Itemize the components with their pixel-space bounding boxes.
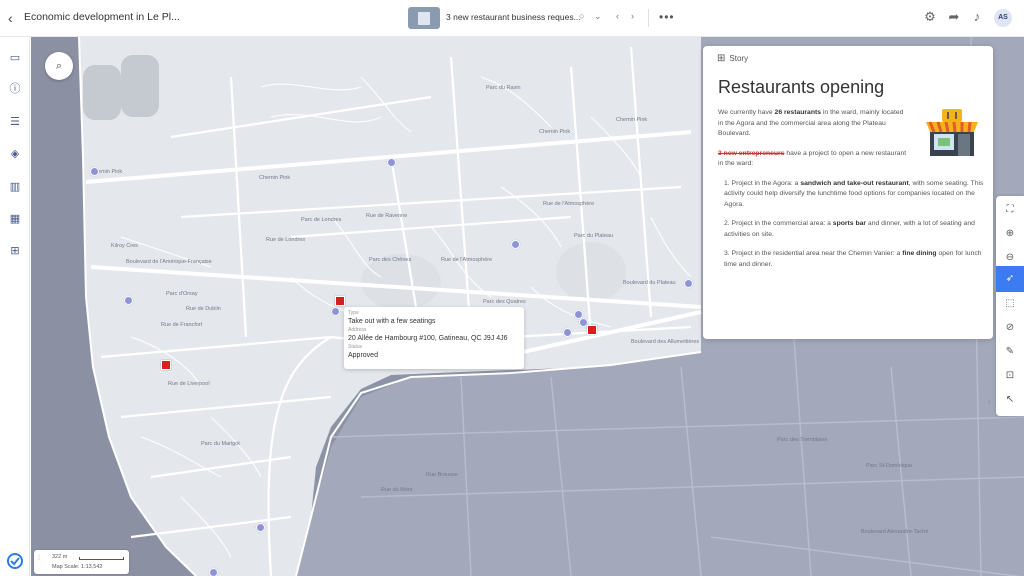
book-icon[interactable]: ⊞ bbox=[7, 244, 23, 258]
story-intro: We currently have 26 restaurants in the … bbox=[718, 109, 904, 137]
story-header: ⊞ Story bbox=[717, 53, 748, 64]
measure-icon[interactable]: ✎ bbox=[1002, 344, 1018, 360]
street-label: Boulevard des Allumettières bbox=[631, 339, 700, 345]
street-label: Chemin Pink bbox=[259, 175, 291, 181]
restaurant-marker[interactable] bbox=[331, 307, 340, 316]
drag-handle-icon[interactable]: ⁞ bbox=[38, 555, 40, 562]
map-toolbar: ⛶ ⊕ ⊖ ➶ ⬚ ⊘ ✎ ⊡ ↖ ‹ bbox=[988, 196, 1024, 416]
story-title: Restaurants opening bbox=[718, 77, 885, 97]
restaurant-marker[interactable] bbox=[563, 328, 572, 337]
tooltip-address-value: 20 Allée de Hambourg #100, Gatineau, QC … bbox=[348, 335, 508, 342]
park-label: Parc des Tremblaies bbox=[777, 437, 828, 443]
park-label: Parc des Chênes bbox=[369, 257, 412, 263]
list-icon[interactable]: ☰ bbox=[7, 115, 23, 129]
navigate-icon[interactable]: ➶ bbox=[1002, 271, 1018, 287]
street-label: Rue de Londres bbox=[266, 237, 306, 243]
street-label: Chemin Pink bbox=[539, 129, 571, 135]
restaurant-marker[interactable] bbox=[511, 240, 520, 249]
park-label: Parc du Marigot bbox=[201, 441, 240, 447]
select-area-icon[interactable]: ⬚ bbox=[1002, 296, 1018, 312]
loading-icon: ○ bbox=[579, 11, 585, 21]
story-panel: ⊞ Story Restaurants opening We currently … bbox=[703, 46, 993, 339]
street-label: Rue du Mont bbox=[381, 487, 413, 493]
park-label: Parc d'Orsay bbox=[166, 291, 198, 297]
street-label: Boulevard du Plateau bbox=[623, 280, 676, 286]
map-icon[interactable]: ▭ bbox=[7, 51, 23, 65]
screenshot-icon[interactable]: ⊡ bbox=[1002, 368, 1018, 384]
restaurant-marker[interactable] bbox=[124, 296, 133, 305]
avatar[interactable]: AS bbox=[994, 9, 1012, 27]
info-icon[interactable]: ⓘ bbox=[7, 82, 23, 96]
zoom-in-icon[interactable]: ⊕ bbox=[1002, 226, 1018, 242]
bell-icon[interactable]: ♪ bbox=[969, 9, 985, 27]
chevron-down-icon[interactable]: ⌄ bbox=[594, 11, 602, 22]
story-thumbnail[interactable] bbox=[408, 7, 440, 29]
more-icon[interactable]: ••• bbox=[659, 10, 675, 24]
street-label: Rue de l'Atmosphère bbox=[543, 201, 595, 207]
restaurant-marker[interactable] bbox=[684, 279, 693, 288]
park-label: Parc des Quatres bbox=[483, 299, 526, 305]
left-sidebar: ▭ ⓘ ☰ ◈ ▥ ▦ ⊞ bbox=[0, 37, 30, 576]
story-header-label: Story bbox=[729, 54, 749, 63]
chevron-left-icon[interactable]: ‹ bbox=[8, 10, 20, 26]
street-label: Boulevard Alexandre-Taché bbox=[861, 529, 929, 535]
tooltip-type-key: Type bbox=[348, 310, 359, 316]
tooltip-address-key: Address bbox=[348, 327, 367, 333]
street-label: Rue de l'Atmosphère bbox=[441, 257, 493, 263]
next-button[interactable]: › bbox=[631, 11, 634, 21]
street-label: Chemin Pink bbox=[616, 117, 648, 123]
tooltip-status-key: Status bbox=[348, 344, 363, 350]
story-project-2: 2. Project in the commercial area: a spo… bbox=[724, 220, 975, 238]
restaurant-marker[interactable] bbox=[387, 158, 396, 167]
park-label: Parc du Plateau bbox=[574, 233, 614, 239]
map-search-button[interactable]: ⌕ bbox=[45, 52, 73, 80]
feature-tooltip: Type Take out with a few seatings Addres… bbox=[344, 307, 524, 369]
park-label: Parc St-Dominique bbox=[866, 463, 913, 469]
scale-ratio: Map Scale: 1:13,542 bbox=[52, 564, 103, 570]
story-body: We currently have 26 restaurants in the … bbox=[718, 108, 986, 279]
compass-icon[interactable]: ⊘ bbox=[1002, 320, 1018, 336]
top-bar: ‹ Economic development in Le Pl... 3 new… bbox=[0, 0, 1024, 37]
zoom-out-icon[interactable]: ⊖ bbox=[1002, 250, 1018, 266]
street-label: Rue Brousse bbox=[426, 472, 458, 478]
map-scale: ⁞ 322 m Map Scale: 1:13,542 bbox=[34, 550, 129, 574]
scale-bar bbox=[79, 557, 124, 560]
new-restaurant-request-marker[interactable] bbox=[161, 360, 171, 370]
story-entrepreneurs: 3 new entrepreneurs have a project to op… bbox=[718, 149, 907, 168]
table-icon[interactable]: ▦ bbox=[7, 212, 23, 226]
book-icon: ⊞ bbox=[717, 53, 726, 64]
gear-icon[interactable]: ⚙ bbox=[922, 9, 938, 27]
tooltip-type-value: Take out with a few seatings bbox=[348, 318, 436, 325]
street-label: Rue de Dublin bbox=[186, 306, 221, 312]
street-label: Rue de Ravenne bbox=[366, 213, 408, 219]
collapse-icon[interactable]: ‹ bbox=[988, 397, 991, 406]
tooltip-status-value: Approved bbox=[348, 352, 378, 359]
new-restaurant-request-marker[interactable] bbox=[335, 296, 345, 306]
street-label: Kilroy Cres bbox=[111, 243, 138, 249]
street-label: Rue de Francfort bbox=[161, 322, 203, 328]
street-label: Rue de Liverpool bbox=[168, 381, 210, 387]
restaurant-marker[interactable] bbox=[256, 523, 265, 532]
new-restaurant-request-marker[interactable] bbox=[587, 325, 597, 335]
scale-distance: 322 m bbox=[52, 554, 68, 560]
search-icon: ⌕ bbox=[55, 60, 63, 72]
story-selector[interactable]: 3 new restaurant business reques... bbox=[446, 12, 581, 22]
story-project-3: 3. Project in the residential area near … bbox=[724, 250, 982, 268]
street-label: Boulevard de l'Amérique-Française bbox=[126, 259, 212, 265]
park-label: Parc de Londres bbox=[301, 217, 342, 223]
share-icon[interactable]: ➦ bbox=[946, 9, 962, 27]
chart-icon[interactable]: ▥ bbox=[7, 180, 23, 194]
fullscreen-icon[interactable]: ⛶ bbox=[1002, 202, 1018, 218]
app-logo-icon bbox=[7, 553, 23, 569]
divider bbox=[648, 9, 649, 27]
restaurant-marker[interactable] bbox=[209, 568, 218, 576]
pointer-icon[interactable]: ↖ bbox=[1002, 392, 1018, 408]
previous-button[interactable]: ‹ bbox=[616, 11, 619, 21]
map-title: Economic development in Le Pl... bbox=[24, 11, 180, 23]
restaurant-marker[interactable] bbox=[90, 167, 99, 176]
layers-icon[interactable]: ◈ bbox=[7, 147, 23, 161]
story-project-1: 1. Project in the Agora: a sandwich and … bbox=[724, 179, 984, 208]
park-label: Parc du Ravin bbox=[486, 85, 521, 91]
